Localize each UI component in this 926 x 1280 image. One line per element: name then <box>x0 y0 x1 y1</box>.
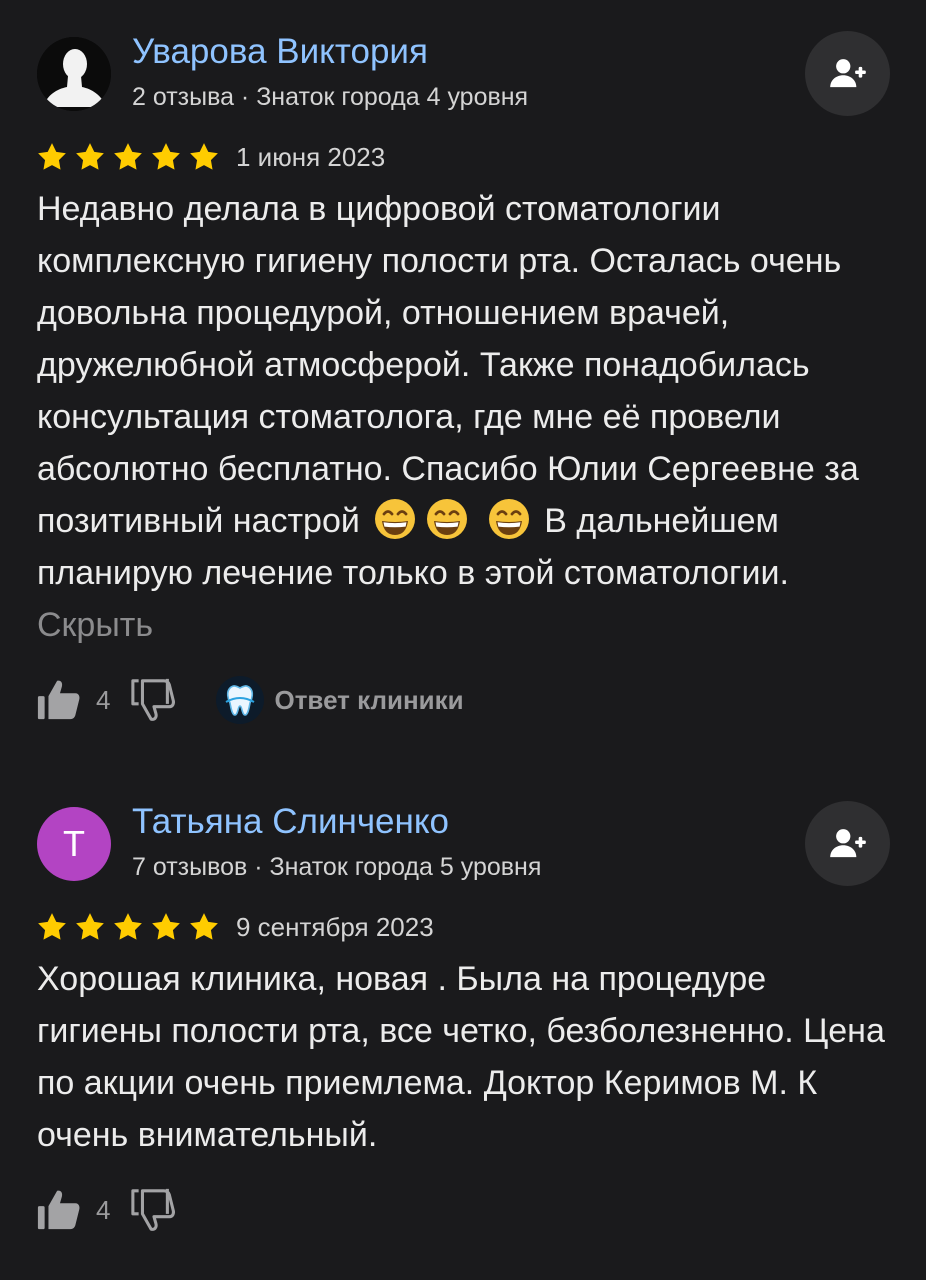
like-button[interactable]: 4 <box>36 1187 130 1233</box>
star-icon <box>36 141 68 173</box>
review-text: Хорошая клиника, новая . Была на процеду… <box>37 960 885 1154</box>
review-date: 1 июня 2023 <box>236 142 386 172</box>
dislike-button[interactable] <box>130 1187 176 1233</box>
grin-emoji-icon <box>373 497 417 541</box>
review-actions: 4 Ответ клиники <box>36 672 464 728</box>
avatar-letter: Т <box>63 823 85 864</box>
star-icon <box>150 911 182 943</box>
star-icon <box>112 911 144 943</box>
add-user-icon <box>829 55 867 93</box>
like-button[interactable]: 4 <box>36 677 130 723</box>
author-name[interactable]: Уварова Виктория <box>132 32 428 72</box>
thumb-down-icon <box>130 677 176 723</box>
author-avatar[interactable] <box>37 37 111 111</box>
tooth-logo-icon <box>216 676 265 724</box>
add-user-icon <box>829 825 867 863</box>
thumb-down-icon <box>130 1187 176 1233</box>
like-count: 4 <box>96 1194 111 1225</box>
author-name[interactable]: Татьяна Слинченко <box>132 802 449 842</box>
review-date: 9 сентября 2023 <box>236 912 434 942</box>
star-icon <box>150 141 182 173</box>
avatar-silhouette-icon <box>37 37 111 111</box>
clinic-reply-label: Ответ клиники <box>274 684 464 715</box>
author-avatar[interactable]: Т <box>37 807 111 881</box>
author-meta: 7 отзывов · Знаток города 5 уровня <box>132 853 542 881</box>
follow-button[interactable] <box>805 801 890 886</box>
review-text-part1: Недавно делала в цифровой стоматологии к… <box>37 190 859 540</box>
star-icon <box>74 141 106 173</box>
star-rating <box>36 141 220 173</box>
grin-emoji-icon <box>487 497 531 541</box>
star-rating <box>36 911 220 943</box>
thumb-up-icon <box>36 677 82 723</box>
author-meta: 2 отзыва · Знаток города 4 уровня <box>132 83 529 111</box>
thumb-up-icon <box>36 1187 82 1233</box>
dislike-button[interactable] <box>130 677 176 723</box>
star-icon <box>36 911 68 943</box>
like-count: 4 <box>96 684 111 715</box>
star-icon <box>188 141 220 173</box>
grin-emoji-icon <box>425 497 469 541</box>
follow-button[interactable] <box>805 31 890 116</box>
review-actions: 4 <box>36 1182 176 1238</box>
review-text: Недавно делала в цифровой стоматологии к… <box>37 183 892 651</box>
hide-text-link[interactable]: Скрыть <box>37 606 153 644</box>
star-icon <box>74 911 106 943</box>
clinic-reply-button[interactable]: Ответ клиники <box>216 676 464 724</box>
star-icon <box>112 141 144 173</box>
star-icon <box>188 911 220 943</box>
